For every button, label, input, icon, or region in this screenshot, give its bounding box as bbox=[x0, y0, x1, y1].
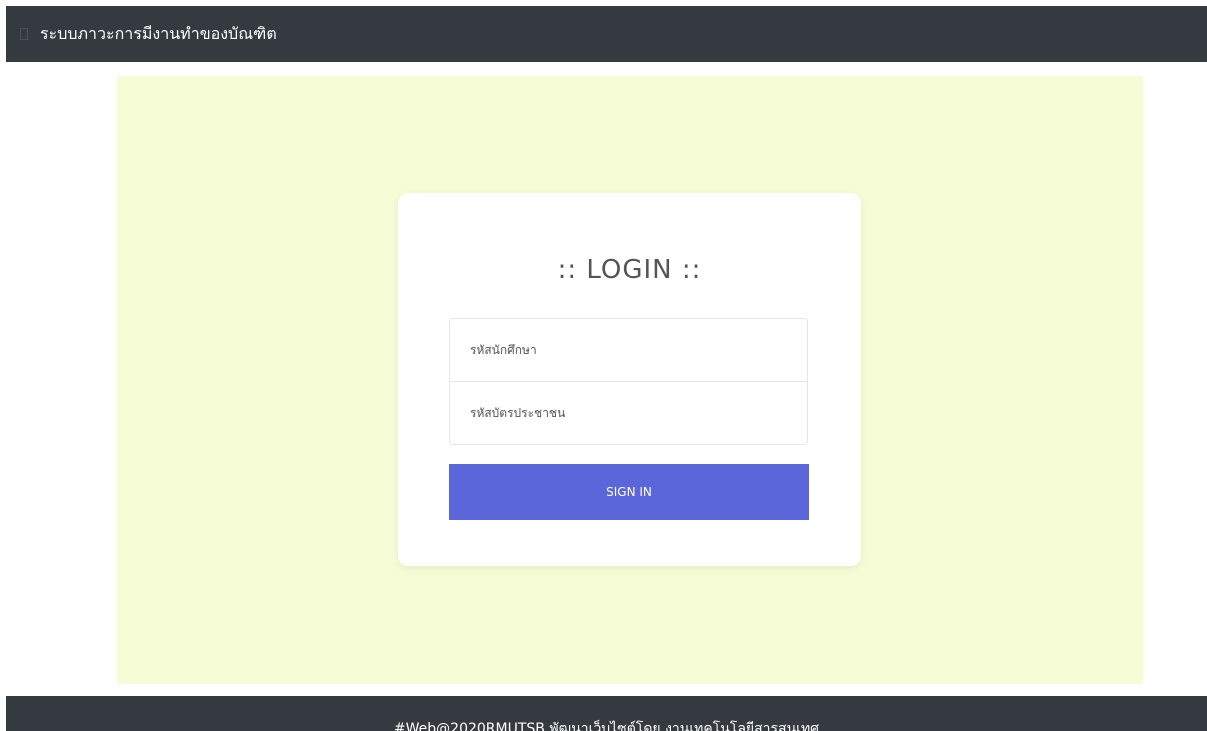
login-card: :: LOGIN :: SIGN IN bbox=[398, 193, 861, 566]
site-title[interactable]: ระบบภาวะการมีงานทำของบัณฑิต bbox=[40, 22, 277, 47]
citizen-id-input[interactable] bbox=[449, 381, 808, 445]
main-content: :: LOGIN :: SIGN IN bbox=[117, 76, 1143, 684]
student-id-input[interactable] bbox=[449, 318, 808, 382]
footer-text: #Web@2020RMUTSB พัฒนาเว็บไซต์โดย งานเทคโ… bbox=[393, 721, 820, 731]
footer: #Web@2020RMUTSB พัฒนาเว็บไซต์โดย งานเทคโ… bbox=[6, 696, 1207, 731]
square-icon bbox=[20, 28, 28, 40]
login-heading: :: LOGIN :: bbox=[557, 255, 702, 285]
top-navbar: ระบบภาวะการมีงานทำของบัณฑิต bbox=[6, 6, 1207, 62]
sign-in-button[interactable]: SIGN IN bbox=[449, 464, 809, 520]
